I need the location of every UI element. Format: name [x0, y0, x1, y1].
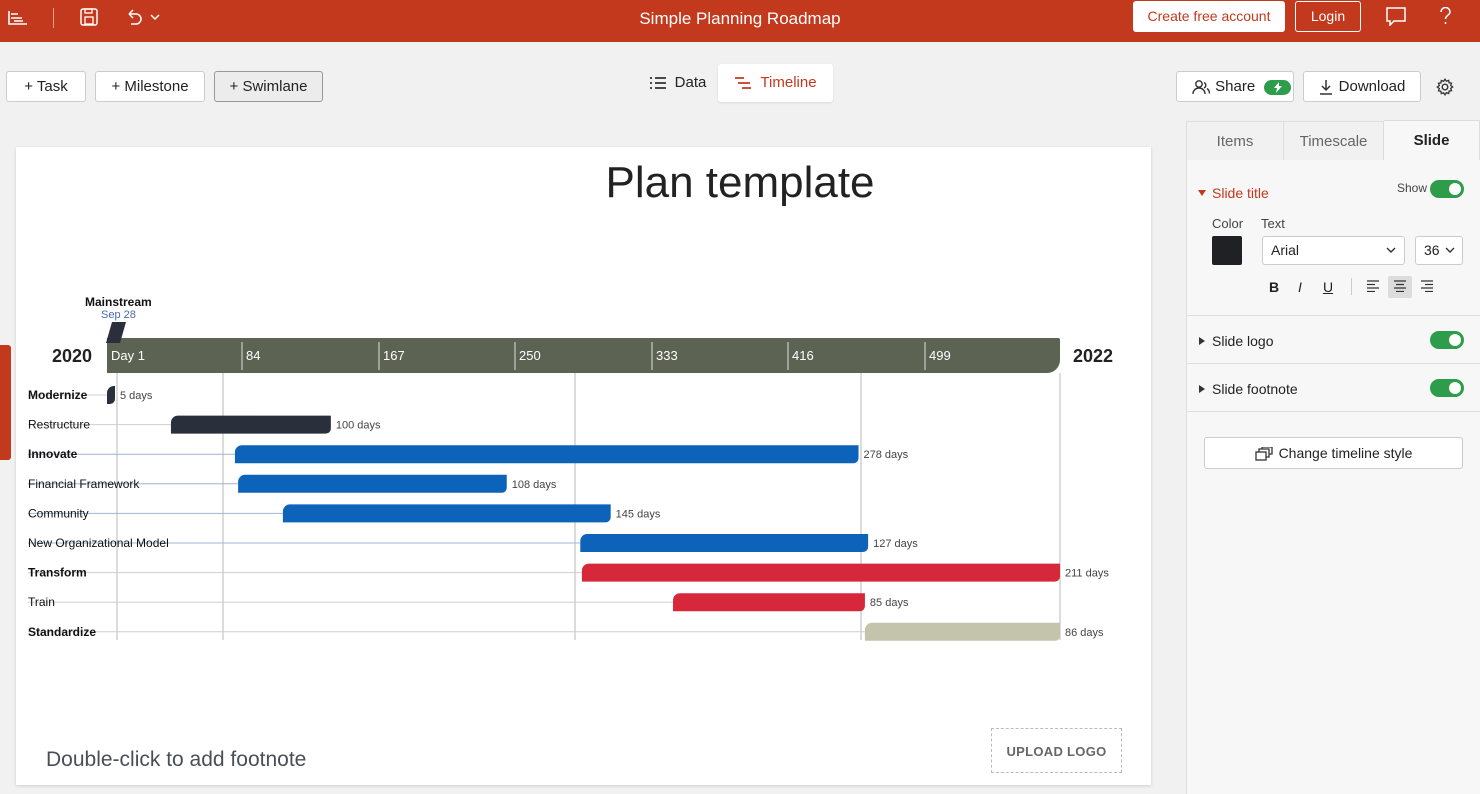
help-icon[interactable] [1439, 7, 1452, 26]
start-year-label: 2020 [52, 346, 92, 366]
align-center-button[interactable] [1388, 276, 1412, 298]
chevron-down-icon [1386, 247, 1396, 253]
tick-label: 416 [792, 348, 814, 363]
share-users-icon [1192, 80, 1211, 95]
task-duration-label: 145 days [616, 508, 661, 520]
footnote-placeholder[interactable]: Double-click to add footnote [46, 748, 306, 772]
slide-title-section[interactable]: Slide title [1212, 185, 1269, 201]
milestone-date: Sep 28 [101, 309, 136, 321]
task-bar [580, 534, 869, 552]
align-left-button[interactable] [1361, 276, 1385, 298]
slide-logo-toggle[interactable] [1430, 331, 1464, 349]
change-style-label: Change timeline style [1278, 445, 1413, 461]
font-size-value: 36 [1424, 242, 1440, 258]
task-duration-label: 100 days [336, 420, 381, 432]
task-bar [864, 622, 1060, 641]
end-year-label: 2022 [1073, 346, 1113, 366]
task-duration-label: 127 days [873, 538, 918, 550]
task-name: Transform [28, 566, 87, 580]
download-icon [1319, 80, 1332, 95]
task-name: Standardize [28, 625, 96, 639]
tick-label: Day 1 [111, 348, 145, 363]
italic-button[interactable]: I [1288, 276, 1312, 298]
chat-icon[interactable] [1386, 7, 1406, 26]
task-name: Financial Framework [28, 477, 140, 491]
tab-slide[interactable]: Slide [1384, 120, 1480, 160]
chevron-down-icon [1445, 247, 1455, 253]
task-bar [673, 593, 865, 612]
task-duration-label: 278 days [864, 449, 909, 461]
bold-button[interactable]: B [1262, 276, 1286, 298]
tick-label: 84 [246, 348, 260, 363]
task-name: Community [28, 506, 89, 520]
timeline-chart[interactable]: 2020 2022 Day 1 84 167 250 333 416 499 Mainstream… [0, 0, 1150, 700]
task-name: Modernize [28, 388, 88, 402]
align-left-icon [1367, 280, 1379, 293]
create-account-button[interactable]: Create free account [1133, 1, 1285, 32]
task-duration-label: 108 days [512, 479, 557, 491]
caret-right-icon [1199, 337, 1205, 345]
bolt-icon [1274, 81, 1283, 93]
show-label: Show [1397, 181, 1428, 195]
text-label: Text [1261, 216, 1285, 231]
task-duration-label: 211 days [1065, 568, 1109, 580]
task-duration-label: 85 days [870, 597, 909, 609]
align-center-icon [1394, 280, 1406, 293]
task-duration-label: 86 days [1065, 627, 1104, 639]
task-name: Train [28, 595, 55, 609]
task-bar [234, 445, 859, 464]
login-button[interactable]: Login [1295, 1, 1361, 32]
tick-label: 250 [519, 348, 541, 363]
caret-down-icon [1198, 190, 1206, 196]
align-right-button[interactable] [1415, 276, 1439, 298]
task-bar [581, 563, 1060, 582]
tick-label: 333 [656, 348, 678, 363]
share-label: Share [1215, 78, 1256, 95]
slide-title-toggle[interactable] [1430, 180, 1464, 198]
caret-right-icon [1199, 385, 1205, 393]
slide-logo-section[interactable]: Slide logo [1212, 333, 1274, 349]
task-bar [170, 415, 331, 434]
tick-label: 499 [929, 348, 951, 363]
change-timeline-style-button[interactable]: Change timeline style [1204, 437, 1463, 469]
task-duration-label: 5 days [120, 390, 153, 402]
download-button[interactable]: Download [1303, 71, 1421, 102]
settings-gear-icon[interactable] [1436, 78, 1454, 96]
task-name: Restructure [28, 418, 90, 432]
slide-footnote-section[interactable]: Slide footnote [1212, 381, 1298, 397]
task-name: Innovate [28, 447, 78, 461]
font-select[interactable]: Arial [1262, 236, 1405, 265]
task-name: New Organizational Model [28, 536, 169, 550]
tab-items[interactable]: Items [1187, 121, 1284, 160]
font-select-value: Arial [1271, 242, 1300, 258]
share-button[interactable]: Share [1176, 71, 1294, 102]
task-bar [238, 474, 507, 493]
style-layers-icon [1254, 446, 1273, 461]
milestone-name: Mainstream [85, 295, 152, 309]
slide-footnote-toggle[interactable] [1430, 379, 1464, 397]
download-label: Download [1338, 78, 1406, 95]
upload-logo-button[interactable]: UPLOAD LOGO [991, 728, 1122, 773]
task-bar [107, 386, 115, 404]
color-label: Color [1212, 216, 1244, 231]
task-bar [282, 504, 611, 523]
underline-button[interactable]: U [1316, 276, 1340, 298]
font-size-select[interactable]: 36 [1415, 236, 1463, 265]
tick-label: 167 [383, 348, 405, 363]
share-badge [1264, 79, 1292, 95]
tab-timescale[interactable]: Timescale [1284, 121, 1384, 160]
title-color-swatch[interactable] [1212, 236, 1242, 265]
align-right-icon [1421, 280, 1433, 293]
